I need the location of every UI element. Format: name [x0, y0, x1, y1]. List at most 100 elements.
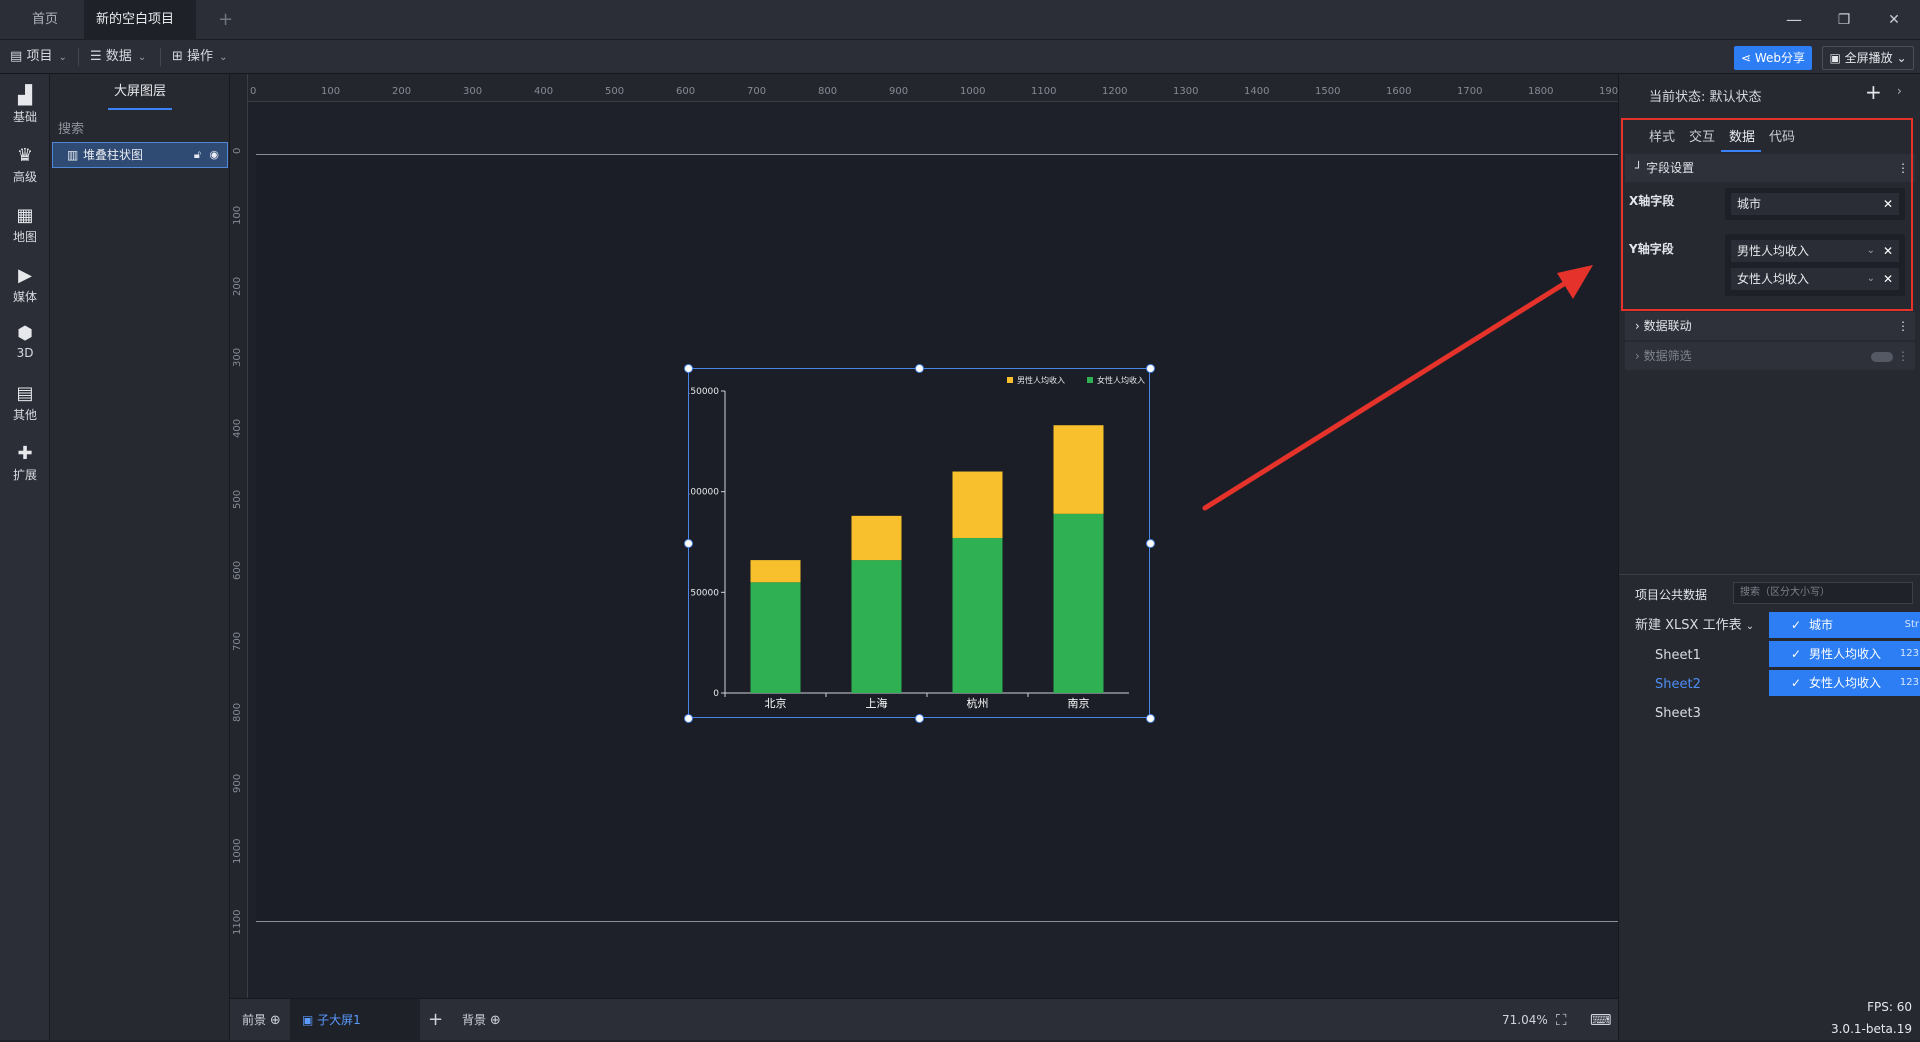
x-tick-label: 上海: [866, 696, 888, 710]
layer-item-stacked-bar[interactable]: ▥ 堆叠柱状图 🔓︎ ◉: [52, 142, 228, 168]
bar-segment: [1053, 513, 1104, 693]
map-icon: ▦: [16, 205, 34, 226]
chevron-down-icon: ⌄: [1896, 51, 1907, 65]
workbook-item[interactable]: 新建 XLSX 工作表 ⌄: [1619, 612, 1769, 640]
rail-item-basic[interactable]: ▟ 基础: [0, 86, 50, 125]
rail-item-extend[interactable]: ✚ 扩展: [0, 444, 50, 483]
resize-handle[interactable]: [684, 364, 693, 373]
restore-button[interactable]: ❐: [1830, 8, 1858, 32]
chevron-down-icon: ⌄: [1745, 621, 1755, 632]
sheet-item-active[interactable]: Sheet2: [1619, 671, 1769, 699]
ruler-tick: 1000: [960, 86, 986, 97]
state-value[interactable]: 默认状态: [1710, 90, 1762, 105]
resize-handle[interactable]: [1146, 364, 1155, 373]
stacked-bar-chart-widget[interactable]: 0 50000 100000 150000 北京 上海 杭州 南京 男性人均收入 女性人均收入: [685, 368, 1150, 718]
rail-item-other[interactable]: ▤ 其他: [0, 384, 50, 423]
rail-label: 媒体: [12, 290, 37, 304]
ruler-tick: 600: [232, 560, 243, 580]
bar-segment: [952, 537, 1003, 693]
public-data-search[interactable]: 搜索（区分大小写）: [1733, 582, 1913, 604]
child-screen-tab[interactable]: ▣ 子大屏1: [290, 999, 420, 1041]
rail-item-media[interactable]: ▶ 媒体: [0, 266, 50, 305]
bar-segment: [851, 560, 902, 693]
resize-handle[interactable]: [915, 364, 924, 373]
sheet-label: Sheet2: [1655, 677, 1701, 692]
filter-toggle[interactable]: [1871, 352, 1893, 362]
tab-home[interactable]: 首页: [20, 0, 70, 40]
title-bar: 首页 新的空白项目 + — ❐ ✕: [0, 0, 1920, 64]
resize-handle[interactable]: [1146, 714, 1155, 723]
menu-data-label: 数据: [105, 49, 132, 64]
chevron-down-icon: ⌄: [219, 52, 228, 63]
add-screen-button[interactable]: +: [428, 999, 443, 1041]
menu-operation[interactable]: ⊞ 操作 ⌄: [164, 40, 235, 74]
sheet-item[interactable]: Sheet3: [1619, 700, 1769, 728]
resize-handle[interactable]: [684, 539, 693, 548]
layer-panel: 大屏图层 搜索 ▥ 堆叠柱状图 🔓︎ ◉: [50, 74, 230, 1040]
check-icon: ✓: [1791, 647, 1802, 661]
x-tick-label: 杭州: [967, 696, 989, 710]
web-share-button[interactable]: ⋖ Web分享: [1734, 46, 1812, 70]
bar-segment: [750, 582, 801, 693]
add-state-button[interactable]: +: [1865, 80, 1882, 104]
grid-icon: ⊞: [172, 49, 183, 64]
rail-item-advanced[interactable]: ♛ 高级: [0, 146, 50, 185]
file-icon: ▤: [10, 49, 23, 64]
fullscreen-button[interactable]: ▣ 全屏播放 ⌄: [1822, 46, 1914, 70]
menu-bar: ▤ 项目 ⌄ ☰ 数据 ⌄ ⊞ 操作 ⌄: [0, 40, 1920, 74]
resize-handle[interactable]: [915, 714, 924, 723]
bar-segment: [750, 560, 801, 583]
data-linkage-header[interactable]: › 数据联动 ⋮: [1625, 312, 1915, 340]
column-item[interactable]: ✓ 男性人均收入 123: [1769, 641, 1920, 667]
sheet-label: Sheet3: [1655, 706, 1701, 721]
add-tab-button[interactable]: +: [206, 0, 245, 40]
puzzle-icon: ✚: [17, 443, 33, 464]
close-button[interactable]: ✕: [1880, 8, 1908, 32]
column-type: 123: [1899, 677, 1919, 688]
add-circle-icon[interactable]: ⊕: [270, 1013, 281, 1028]
keyboard-icon[interactable]: ⌨: [1590, 999, 1612, 1041]
annotation-arrow: [1202, 265, 1593, 511]
chevron-right-icon[interactable]: ›: [1897, 84, 1902, 98]
resize-handle[interactable]: [1146, 539, 1155, 548]
more-icon[interactable]: ⋮: [1897, 312, 1909, 340]
fit-screen-icon[interactable]: ⛶: [1556, 999, 1567, 1041]
ruler-top: 0 100 200 300 400 500 600 700 800 900 1000 1100 1200…: [248, 74, 1624, 102]
ruler-tick: 400: [232, 418, 243, 438]
minimize-button[interactable]: —: [1780, 8, 1808, 32]
rail-label: 地图: [12, 230, 37, 244]
column-item[interactable]: ✓ 女性人均收入 123: [1769, 670, 1920, 696]
resize-handle[interactable]: [684, 714, 693, 723]
background-tab[interactable]: 背景 ⊕: [462, 999, 501, 1041]
unlock-icon[interactable]: 🔓︎: [194, 143, 201, 167]
more-icon[interactable]: ⋮: [1897, 342, 1909, 370]
layer-search-input[interactable]: 搜索: [58, 118, 84, 137]
ruler-tick: 200: [392, 86, 412, 97]
chevron-down-icon: ⌄: [58, 52, 67, 63]
column-item[interactable]: ✓ 城市 Str: [1769, 612, 1920, 638]
rail-item-map[interactable]: ▦ 地图: [0, 206, 50, 245]
menu-operation-label: 操作: [187, 49, 214, 64]
ruler-tick: 1500: [1315, 86, 1341, 97]
ruler-tick: 100: [232, 205, 243, 225]
tab-new-project[interactable]: 新的空白项目: [84, 0, 196, 64]
fullscreen-label: 全屏播放: [1844, 51, 1893, 65]
menu-project[interactable]: ▤ 项目 ⌄: [2, 40, 75, 74]
tab-home-label: 首页: [32, 12, 59, 27]
data-filter-header[interactable]: › 数据筛选 ⋮: [1625, 342, 1915, 370]
ruler-tick: 700: [232, 631, 243, 651]
rail-item-3d[interactable]: ⬢ 3D: [0, 324, 50, 361]
legend-label: 女性人均收入: [1097, 375, 1145, 385]
ruler-tick: 500: [605, 86, 625, 97]
menu-data[interactable]: ☰ 数据 ⌄: [82, 40, 154, 74]
ruler-tick: 1300: [1173, 86, 1199, 97]
layer-panel-title: 大屏图层: [113, 84, 166, 99]
fullscreen-icon: ▣: [1829, 51, 1845, 65]
add-circle-icon[interactable]: ⊕: [490, 1013, 501, 1028]
foreground-tab[interactable]: 前景 ⊕: [242, 999, 281, 1041]
eye-icon[interactable]: ◉: [209, 143, 219, 167]
menu-divider: [160, 48, 161, 66]
sheet-item[interactable]: Sheet1: [1619, 642, 1769, 670]
ruler-tick: 1100: [232, 909, 243, 935]
database-icon: ☰: [90, 49, 102, 64]
